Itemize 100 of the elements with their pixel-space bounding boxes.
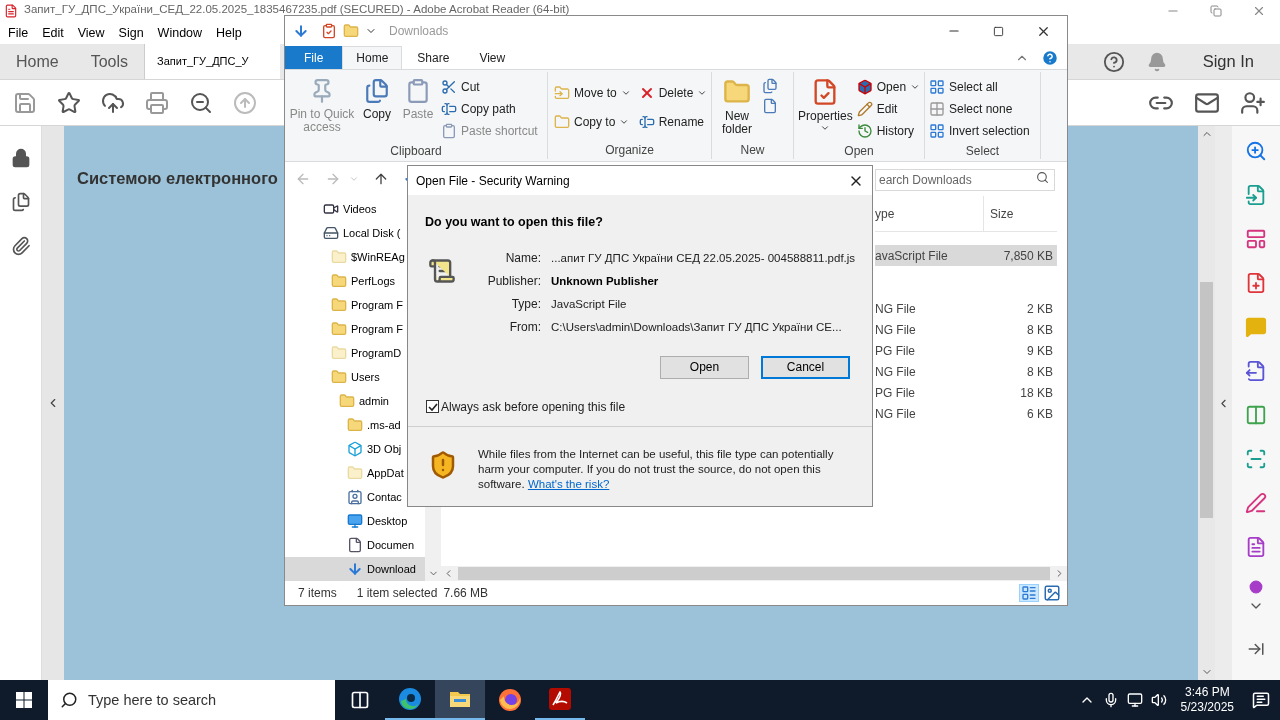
menu-item[interactable]: File xyxy=(2,23,35,43)
ribbon-button[interactable]: Invert selection xyxy=(929,120,1030,142)
pages-icon[interactable] xyxy=(10,192,31,212)
column-header[interactable]: ype xyxy=(875,204,983,223)
folder-icon xyxy=(331,345,347,361)
caret-icon xyxy=(697,88,708,98)
easy-access-icon[interactable] xyxy=(762,98,778,114)
clipboard-icon xyxy=(405,78,431,104)
file-row[interactable]: PG File 18 KB xyxy=(875,382,1057,403)
folder-icon xyxy=(339,393,355,409)
window-title: Запит_ГУ_ДПС_України_СЕД_22.05.2025_1835467235.pdf (SECURED) - Adobe Acrobat Reader (64-bit) xyxy=(24,2,570,16)
pen-icon[interactable] xyxy=(1245,492,1267,514)
ribbon-button[interactable]: Copy path xyxy=(441,98,538,120)
file-row[interactable]: NG File 6 KB xyxy=(875,403,1057,424)
details-view-icon[interactable] xyxy=(1019,584,1039,602)
ribbon-button[interactable]: Move to xyxy=(554,82,631,104)
add-user-icon[interactable] xyxy=(1240,89,1266,116)
document-icon xyxy=(4,4,18,18)
checkbox[interactable] xyxy=(426,400,439,414)
ribbon-tab[interactable]: Home xyxy=(342,46,403,69)
ribbon-tab[interactable]: View xyxy=(464,46,521,69)
hide-panel-icon[interactable] xyxy=(1247,640,1265,658)
menu-item[interactable]: Help xyxy=(210,23,248,43)
convert-icon[interactable] xyxy=(1245,360,1267,382)
risk-link[interactable]: What's the risk? xyxy=(527,477,610,490)
file-plus-icon[interactable] xyxy=(1245,272,1267,294)
column-header[interactable]: Size xyxy=(983,196,1014,231)
ribbon-button[interactable]: Rename xyxy=(638,111,708,133)
save-icon[interactable] xyxy=(13,90,37,115)
bell-icon[interactable] xyxy=(1146,51,1167,72)
search-icon[interactable] xyxy=(1245,140,1267,162)
menu-item[interactable]: Window xyxy=(151,23,209,43)
dot-icon[interactable] xyxy=(1249,580,1263,594)
tree-item[interactable]: Download xyxy=(285,557,425,581)
lock-icon[interactable] xyxy=(10,148,31,168)
paperclip-icon[interactable] xyxy=(10,236,31,256)
file-row[interactable]: NG File 8 KB xyxy=(875,361,1057,382)
folder-icon xyxy=(331,297,347,313)
scrollbar-thumb[interactable] xyxy=(458,567,1050,580)
start-icon[interactable] xyxy=(16,692,32,708)
ribbon-button[interactable]: Cut xyxy=(441,76,538,98)
layout-icon[interactable] xyxy=(1245,228,1267,250)
ribbon-button[interactable]: History xyxy=(856,120,921,142)
download-icon[interactable] xyxy=(293,23,309,39)
help-icon[interactable] xyxy=(1102,50,1125,73)
file-row[interactable]: NG File 2 KB xyxy=(875,298,1057,319)
sign-in-button[interactable]: Sign In xyxy=(1202,49,1254,74)
export-icon[interactable] xyxy=(1245,184,1267,206)
new-item-icon[interactable] xyxy=(762,78,778,94)
ribbon-button[interactable]: Properties xyxy=(798,72,853,142)
tab[interactable]: Tools xyxy=(74,44,145,79)
ribbon-button[interactable]: Copy xyxy=(359,72,395,142)
ribbon-button[interactable]: Edit xyxy=(856,98,921,120)
thumbnail-view-icon[interactable] xyxy=(1043,584,1061,602)
ribbon-tab[interactable]: File xyxy=(285,46,343,69)
notifications-icon[interactable] xyxy=(1252,691,1270,709)
scan-icon[interactable] xyxy=(1245,448,1267,470)
search-field[interactable]: earch Downloads xyxy=(875,169,1055,191)
taskbar-app[interactable] xyxy=(435,680,485,720)
star-icon[interactable] xyxy=(57,90,81,115)
task-view-icon[interactable] xyxy=(350,690,370,710)
dialog-button[interactable]: Open xyxy=(660,355,749,379)
print-icon[interactable] xyxy=(145,90,169,115)
properties-icon[interactable] xyxy=(321,23,337,39)
history-icon xyxy=(856,123,873,139)
upload-icon[interactable] xyxy=(101,90,125,115)
window-title: Downloads xyxy=(389,23,449,40)
columns-icon[interactable] xyxy=(1245,404,1267,426)
file-icon[interactable] xyxy=(1245,536,1267,558)
menu-item[interactable]: View xyxy=(71,23,111,43)
up-icon[interactable] xyxy=(373,171,389,187)
search-icon[interactable] xyxy=(1036,171,1049,184)
tree-item[interactable]: Documen xyxy=(285,533,425,557)
volume-icon[interactable] xyxy=(1150,692,1167,708)
file-row[interactable]: avaScript File 7,850 KB xyxy=(875,245,1057,266)
scrollbar-thumb[interactable] xyxy=(1200,282,1213,518)
tab[interactable]: Home xyxy=(0,44,75,79)
ribbon-button[interactable]: Select none xyxy=(929,98,1030,120)
file-row[interactable]: PG File 9 KB xyxy=(875,340,1057,361)
clock[interactable]: 3:46 PM 5/23/2025 xyxy=(1180,685,1234,715)
zoom-out-icon[interactable] xyxy=(189,90,213,115)
network-icon[interactable] xyxy=(1126,692,1143,708)
tab[interactable]: Запит_ГУ_ДПС_У xyxy=(144,44,281,79)
taskbar-search-field[interactable]: Type here to search xyxy=(48,680,335,720)
ribbon-button[interactable]: Copy to xyxy=(554,111,631,133)
file-row[interactable]: NG File 8 KB xyxy=(875,319,1057,340)
dialog-button[interactable]: Cancel xyxy=(761,355,850,379)
checkbox-label: Always ask before opening this file xyxy=(441,398,626,416)
restore-icon[interactable] xyxy=(1210,5,1222,17)
maximize-icon[interactable] xyxy=(993,25,1004,37)
ribbon-button[interactable]: Open xyxy=(856,76,921,98)
cube-icon xyxy=(347,441,363,457)
ribbon-tab[interactable]: Share xyxy=(402,46,465,69)
group-label: Open xyxy=(843,143,875,160)
menu-item[interactable]: Sign xyxy=(112,23,150,43)
ribbon-button[interactable]: New folder xyxy=(716,72,758,141)
tree-item[interactable]: Desktop xyxy=(285,509,425,533)
ribbon-button[interactable]: Select all xyxy=(929,76,1030,98)
menu-item[interactable]: Edit xyxy=(36,23,70,43)
ribbon-button[interactable]: Delete xyxy=(638,82,708,104)
